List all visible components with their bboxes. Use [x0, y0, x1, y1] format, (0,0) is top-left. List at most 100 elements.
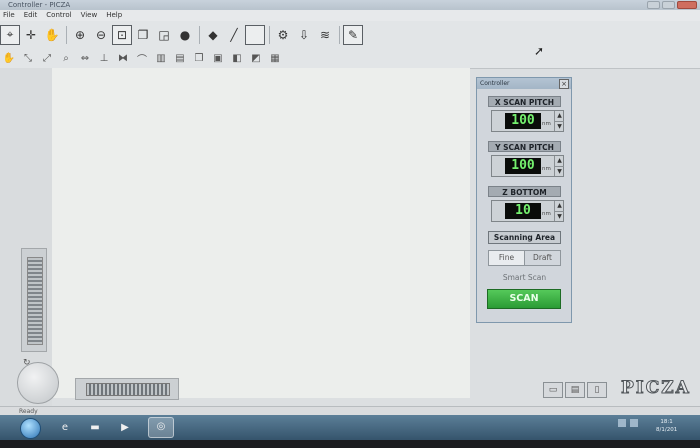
z-slider-track[interactable]: [27, 257, 43, 345]
save-icon[interactable]: ◧: [228, 50, 246, 66]
clock-time: 18:1: [660, 419, 673, 425]
scanning-area-button[interactable]: Scanning Area: [488, 231, 561, 244]
system-tray: [618, 419, 638, 427]
x-scan-pitch-field[interactable]: 100 nm ▲ ▼: [491, 110, 564, 132]
menu-view[interactable]: View: [81, 10, 98, 21]
close-button[interactable]: [677, 1, 697, 9]
mode-fine-button[interactable]: Fine: [489, 251, 524, 265]
network-icon[interactable]: [618, 419, 626, 427]
toolbar-separator: [339, 25, 340, 44]
scale-icon[interactable]: ⇔: [76, 50, 94, 66]
y-scan-pitch-spinner[interactable]: ▲ ▼: [554, 156, 564, 176]
select-zoom-icon[interactable]: ⤢: [38, 50, 56, 66]
measure-icon[interactable]: ⊥: [95, 50, 113, 66]
menu-control[interactable]: Control: [46, 10, 71, 21]
zoom-region-icon[interactable]: ⌕: [57, 50, 75, 66]
print-icon[interactable]: ▦: [266, 50, 284, 66]
fit-icon[interactable]: ⊡: [112, 24, 132, 45]
copy-icon[interactable]: ❐: [133, 25, 153, 45]
mouse-cursor-icon: ➚: [534, 44, 545, 58]
horizontal-slider[interactable]: [75, 378, 179, 400]
status-bar: Ready: [0, 406, 700, 415]
z-bottom-spinner[interactable]: ▲ ▼: [554, 201, 564, 221]
box-icon[interactable]: ▣: [209, 50, 227, 66]
export-icon[interactable]: ⇩: [294, 25, 314, 45]
controller-close-icon[interactable]: ×: [559, 79, 569, 89]
flip-icon[interactable]: ⧓: [114, 50, 132, 66]
fill-icon[interactable]: ◆: [203, 25, 223, 45]
maximize-button[interactable]: [662, 1, 675, 9]
menu-edit[interactable]: Edit: [24, 10, 38, 21]
crosshair-icon[interactable]: ✛: [21, 25, 41, 45]
hand-small-icon[interactable]: ✋: [0, 50, 18, 66]
hand-icon[interactable]: ✋: [42, 25, 62, 45]
left-panel: [0, 68, 52, 408]
picza-app-taskbar-icon[interactable]: ◎: [148, 417, 174, 438]
mode-draft-button[interactable]: Draft: [524, 251, 560, 265]
smart-scan-button[interactable]: Smart Scan: [488, 270, 561, 285]
scan-button[interactable]: SCAN: [487, 289, 561, 309]
minimize-button[interactable]: [647, 1, 660, 9]
menu-help[interactable]: Help: [106, 10, 122, 21]
stack-icon[interactable]: ▤: [565, 382, 585, 398]
z-bottom-field[interactable]: 10 nm ▲ ▼: [491, 200, 564, 222]
page-icon[interactable]: ▯: [587, 382, 607, 398]
brush-icon[interactable]: ╱: [224, 25, 244, 45]
x-scan-pitch-spinner[interactable]: ▲ ▼: [554, 111, 564, 131]
window-icon[interactable]: ▭: [543, 382, 563, 398]
zoom-in-icon[interactable]: ⊕: [70, 25, 90, 45]
media-player-icon[interactable]: ▶: [116, 419, 134, 436]
volume-icon[interactable]: [630, 419, 638, 427]
clock-date: 8/1/201: [656, 427, 678, 433]
stack-icon[interactable]: ◩: [247, 50, 265, 66]
secondary-toolbar: ✋ ⤡ ⤢ ⌕ ⇔ ⊥ ⧓ ⌒ ▥ ▤ ❒ ▣ ◧ ◩ ▦: [0, 48, 700, 69]
spin-up-icon[interactable]: ▲: [554, 201, 564, 211]
controller-panel: Controller × X SCAN PITCH 100 nm ▲ ▼ Y S…: [476, 77, 572, 323]
cube-icon[interactable]: ❒: [190, 50, 208, 66]
blank-icon[interactable]: [245, 24, 265, 45]
spin-down-icon[interactable]: ▼: [554, 120, 564, 131]
clock[interactable]: 18:1 8/1/201: [656, 418, 677, 434]
picza-logo: PICZA: [621, 378, 691, 399]
screen: Controller - PICZA File Edit Control Vie…: [0, 0, 700, 440]
y-scan-pitch-label: Y SCAN PITCH: [488, 141, 561, 152]
frame-icon[interactable]: ▤: [171, 50, 189, 66]
spin-down-icon[interactable]: ▼: [554, 210, 564, 221]
folder-icon[interactable]: ▬: [86, 419, 104, 436]
toolbar-separator: [199, 25, 200, 44]
image-canvas[interactable]: [52, 68, 470, 398]
horizontal-slider-track[interactable]: [86, 383, 170, 396]
select-icon[interactable]: ⤡: [19, 50, 37, 66]
spin-up-icon[interactable]: ▲: [554, 156, 564, 166]
sphere-icon[interactable]: ●: [175, 25, 195, 45]
spin-up-icon[interactable]: ▲: [554, 111, 564, 121]
window-controls: [647, 0, 697, 10]
x-scan-pitch-value: 100: [505, 113, 541, 129]
start-button[interactable]: [20, 418, 41, 439]
panel-icon[interactable]: ▥: [152, 50, 170, 66]
settings-icon[interactable]: ⚙: [273, 25, 293, 45]
z-slider[interactable]: [21, 248, 47, 352]
layer-icon[interactable]: ≋: [315, 25, 335, 45]
zoom-out-icon[interactable]: ⊖: [91, 25, 111, 45]
arc-icon[interactable]: ⌒: [133, 50, 151, 66]
z-bottom-unit: nm: [542, 211, 551, 217]
menu-file[interactable]: File: [3, 10, 15, 21]
spin-down-icon[interactable]: ▼: [554, 165, 564, 176]
bottom-tool-icons: ▭ ▤ ▯: [543, 382, 607, 398]
x-scan-pitch-unit: nm: [542, 121, 551, 127]
y-scan-pitch-field[interactable]: 100 nm ▲ ▼: [491, 155, 564, 177]
y-scan-pitch-value: 100: [505, 158, 541, 174]
controller-title: Controller: [480, 80, 510, 87]
calibrate-icon[interactable]: ✎: [343, 24, 363, 45]
taskbar: e ▬ ▶ ◎ 18:1 8/1/201: [0, 415, 700, 440]
rotation-knob[interactable]: [17, 362, 59, 404]
z-bottom-label: Z BOTTOM: [488, 186, 561, 197]
controller-title-bar[interactable]: Controller ×: [477, 78, 571, 89]
ie-icon[interactable]: e: [56, 419, 74, 436]
z-bottom-value: 10: [505, 203, 541, 219]
y-scan-pitch-unit: nm: [542, 166, 551, 172]
pointer-icon[interactable]: ⌖: [0, 24, 20, 45]
shape-icon[interactable]: ◲: [154, 25, 174, 45]
status-text: Ready: [19, 408, 38, 415]
